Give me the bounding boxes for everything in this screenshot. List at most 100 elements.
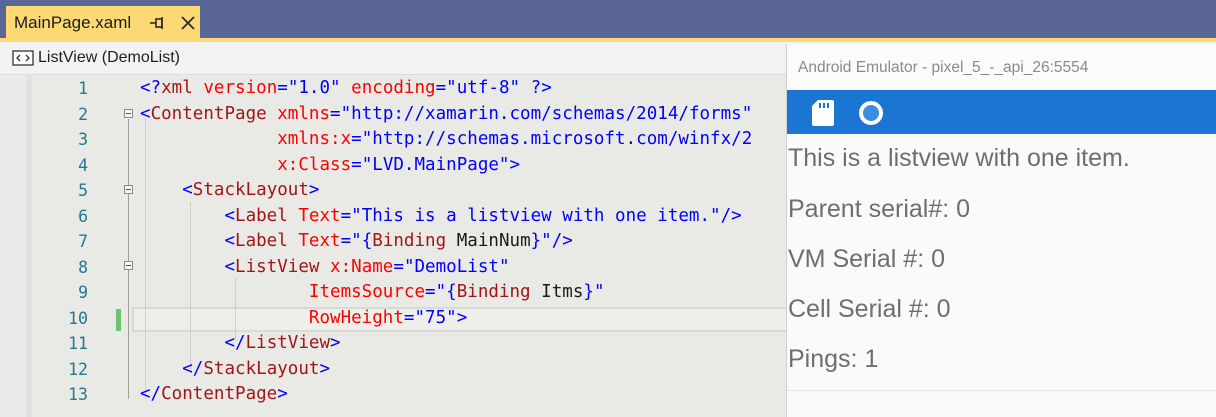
code-token: encoding [340, 78, 436, 98]
code-token: ItemsSource [308, 282, 426, 302]
code-token: "LVD.MainPage" [361, 154, 510, 175]
line-number: 8 [78, 257, 88, 277]
app-content: This is a listview with one item. Parent… [787, 134, 1216, 417]
code-token: /> [720, 205, 742, 226]
code-text: </StackLayout> [140, 357, 330, 383]
sd-card-icon [812, 100, 834, 126]
navigation-bar-label: ListView (DemoList) [38, 49, 180, 66]
code-token: Binding [456, 282, 531, 302]
pin-icon[interactable] [148, 14, 166, 32]
code-token: }" [583, 282, 605, 302]
label-cell-serial: Cell Serial #: 0 [788, 295, 951, 323]
label-pings: Pings: 1 [788, 345, 879, 373]
code-token: xmlns:x [277, 129, 352, 149]
code-token: "http://schemas.microsoft.com/winfx/2 [361, 129, 753, 149]
code-text: x:Class="LVD.MainPage"> [140, 153, 520, 179]
emulator-title-bar[interactable]: Android Emulator - pixel_5_-_api_26:5554 [787, 44, 1216, 90]
line-number: 5 [78, 181, 88, 200]
code-text: <StackLayout> [140, 178, 319, 204]
code-token: Label [235, 205, 288, 226]
code-token: ?> [520, 78, 552, 98]
circle-icon [859, 101, 883, 125]
document-tab-strip: MainPage.xaml [0, 0, 1216, 42]
code-token: /> [551, 231, 573, 251]
label-vm-serial: VM Serial #: 0 [788, 245, 946, 273]
code-token: x:Class [277, 154, 352, 175]
code-token: > [330, 333, 341, 353]
code-token: xmlns [266, 103, 331, 124]
code-token: "1.0" [287, 78, 341, 98]
code-token: <? [140, 78, 162, 98]
code-token: Text [287, 205, 341, 226]
code-text: ItemsSource="{Binding Itms}" [140, 280, 605, 306]
line-number: 12 [68, 359, 88, 379]
code-token: xml [161, 78, 193, 98]
code-token: < [140, 103, 151, 124]
document-tab[interactable]: MainPage.xaml [6, 6, 200, 40]
code-token: "This is a listview with one item." [351, 205, 721, 226]
code-token: Binding [372, 231, 447, 251]
code-token: </ [182, 358, 204, 379]
code-token: > [509, 154, 521, 175]
code-token: > [277, 384, 288, 404]
code-token: ListView [245, 333, 331, 353]
code-token: Text [287, 231, 341, 251]
code-token: > [308, 180, 320, 200]
list-separator [787, 390, 1216, 391]
close-icon[interactable] [178, 13, 198, 33]
code-token: = [340, 205, 352, 226]
code-text: <Label Text="{Binding MainNum}"/> [140, 229, 573, 255]
code-token: Label [235, 231, 288, 251]
code-token: "{ [351, 231, 373, 251]
code-token: > [319, 358, 331, 379]
emulator-title: Android Emulator - pixel_5_-_api_26:5554 [798, 59, 1089, 76]
code-token: < [224, 205, 236, 226]
code-token: version [192, 78, 278, 98]
code-token: "utf-8" [446, 78, 521, 98]
line-number: 1 [78, 79, 88, 98]
code-text: <?xml version="1.0" encoding="utf-8" ?> [140, 76, 552, 102]
code-text: RowHeight="75"> [140, 306, 467, 332]
line-number: 2 [78, 104, 88, 124]
label-parent-serial: Parent serial#: 0 [788, 195, 971, 223]
code-token: x:Name [319, 256, 394, 277]
code-token: Itms [530, 282, 584, 302]
line-number: 4 [78, 155, 88, 175]
code-nav-icon [12, 50, 34, 66]
line-number: 3 [78, 130, 88, 149]
code-token: < [182, 180, 193, 200]
android-emulator-window[interactable]: Android Emulator - pixel_5_-_api_26:5554… [786, 44, 1216, 417]
code-token: </ [224, 333, 246, 353]
document-tab-name: MainPage.xaml [14, 13, 132, 32]
line-number: 13 [68, 385, 88, 404]
code-token: = [351, 154, 362, 175]
code-token: = [340, 231, 352, 251]
code-token: "75" [414, 307, 457, 328]
code-token: StackLayout [192, 180, 309, 200]
code-token: ContentPage [161, 384, 278, 404]
line-number: 11 [68, 334, 88, 353]
code-token: }" [530, 231, 552, 251]
code-token: = [351, 129, 362, 149]
code-token: = [393, 256, 404, 277]
code-token: </ [140, 384, 162, 404]
code-token: = [277, 78, 288, 98]
label-title: This is a listview with one item. [788, 144, 1130, 172]
code-token: ListView [235, 256, 320, 277]
line-number: 6 [78, 206, 88, 226]
code-token: "http://xamarin.com/schemas/2014/forms" [340, 103, 753, 124]
code-token: = [425, 282, 436, 302]
code-token: RowHeight [308, 307, 404, 328]
code-token: > [456, 307, 468, 328]
code-token: < [224, 256, 236, 277]
android-status-bar [787, 90, 1216, 134]
